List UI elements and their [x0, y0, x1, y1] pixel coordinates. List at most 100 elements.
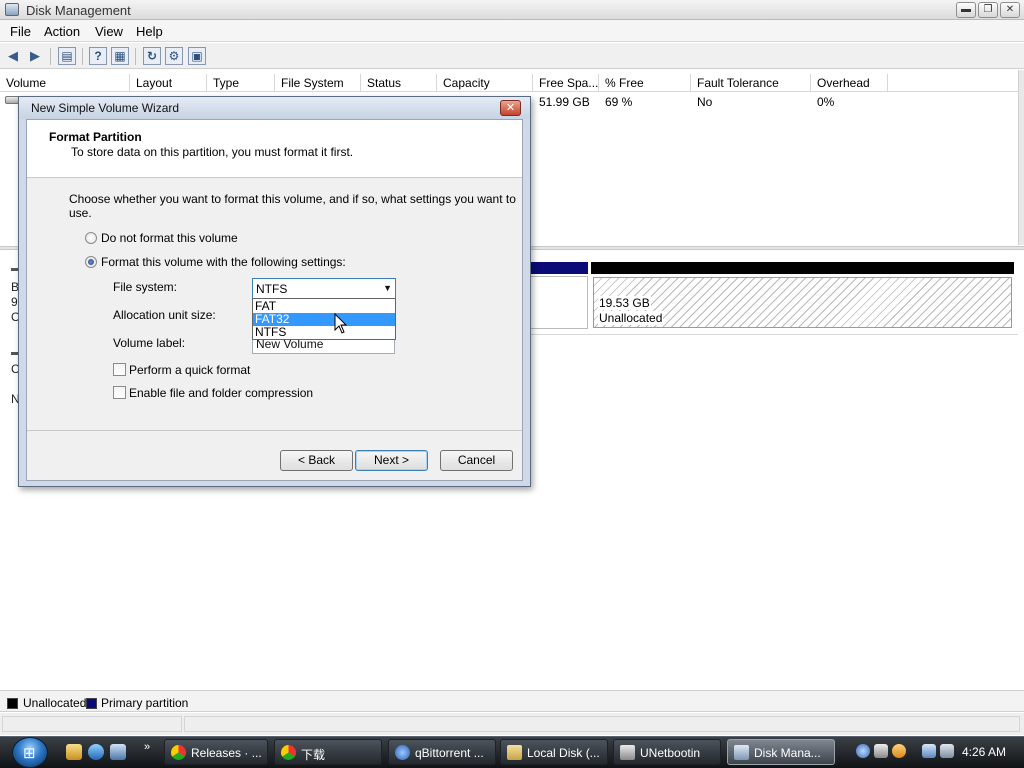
wizard-button-divider	[27, 430, 522, 431]
radio-format-volume[interactable]	[85, 256, 97, 268]
task-qbittorrent[interactable]: qBittorrent ...	[388, 739, 496, 765]
disk-management-app-icon	[5, 3, 19, 16]
option-ntfs[interactable]: NTFS	[253, 326, 395, 339]
back-arrow-icon[interactable]: ◀	[4, 47, 22, 65]
new-simple-volume-wizard: New Simple Volume Wizard ✕ Format Partit…	[18, 96, 531, 487]
windows-logo-icon: ⊞	[23, 745, 36, 762]
compression-checkbox[interactable]	[113, 386, 126, 399]
task-label: Disk Mana...	[754, 746, 821, 760]
next-button[interactable]: Next >	[355, 450, 428, 471]
disk-management-icon	[734, 745, 749, 760]
unetbootin-icon	[620, 745, 635, 760]
start-button[interactable]: ⊞	[12, 737, 48, 768]
quick-format-checkbox[interactable]	[113, 363, 126, 376]
column-volume[interactable]: Volume	[0, 74, 130, 92]
wizard-subheading: To store data on this partition, you mus…	[71, 145, 354, 159]
status-cell	[2, 716, 182, 732]
status-bar	[0, 713, 1024, 735]
search-tray-icon[interactable]	[892, 744, 906, 758]
help-icon[interactable]: ?	[89, 47, 107, 65]
column-fault-tolerance[interactable]: Fault Tolerance	[691, 74, 811, 92]
toolbar-separator	[82, 48, 83, 65]
menu-bar: File Action View Help	[0, 20, 1024, 42]
properties-icon[interactable]: ▦	[111, 47, 129, 65]
volume-icon[interactable]	[940, 744, 954, 758]
file-system-select[interactable]: NTFS ▼	[252, 278, 396, 299]
disk-row-divider	[530, 334, 1018, 335]
minimize-button[interactable]: ▬	[956, 2, 976, 18]
close-button[interactable]: ✕	[1000, 2, 1020, 18]
cell-free-space: 51.99 GB	[539, 95, 590, 109]
cancel-button[interactable]: Cancel	[440, 450, 513, 471]
toolbar-separator	[135, 48, 136, 65]
folder-icon	[507, 745, 522, 760]
legend-primary-swatch	[86, 698, 97, 709]
up-level-icon[interactable]: ▤	[58, 47, 76, 65]
task-disk-management[interactable]: Disk Mana...	[727, 739, 835, 765]
qbittorrent-icon	[395, 745, 410, 760]
compression-label[interactable]: Enable file and folder compression	[129, 386, 313, 400]
cell-fault-tolerance: No	[697, 95, 713, 109]
allocation-unit-size-label: Allocation unit size:	[113, 308, 216, 322]
menu-help[interactable]: Help	[136, 24, 163, 39]
primary-partition-block[interactable]	[530, 276, 588, 329]
volume-list-scrollbar[interactable]	[1018, 70, 1024, 245]
network-icon[interactable]	[922, 744, 936, 758]
column-file-system[interactable]: File System	[275, 74, 361, 92]
volume-drive-icon	[5, 96, 19, 104]
column-status[interactable]: Status	[361, 74, 437, 92]
restore-button[interactable]: ❐	[978, 2, 998, 18]
legend-bar: Unallocated Primary partition	[0, 690, 1024, 712]
radio-do-not-format[interactable]	[85, 232, 97, 244]
file-system-label: File system:	[113, 280, 178, 294]
task-chrome-download[interactable]: 下载	[274, 739, 382, 765]
quicklaunch-explorer-icon[interactable]	[66, 744, 82, 760]
column-free-space[interactable]: Free Spa...	[533, 74, 599, 92]
radio-format-volume-label[interactable]: Format this volume with the following se…	[101, 255, 346, 269]
wizard-close-button[interactable]: ✕	[500, 100, 521, 116]
task-label: 下载	[301, 748, 326, 762]
legend-unallocated-swatch	[7, 698, 18, 709]
task-label: Local Disk (...	[527, 746, 600, 760]
quicklaunch-browser-icon[interactable]	[88, 744, 104, 760]
unallocated-size: 19.53 GB	[598, 296, 651, 310]
task-label: Releases · ...	[191, 746, 262, 760]
radio-do-not-format-label[interactable]: Do not format this volume	[101, 231, 238, 245]
column-overhead[interactable]: Overhead	[811, 74, 888, 92]
window-title: Disk Management	[26, 3, 131, 18]
wizard-description: Choose whether you want to format this v…	[69, 192, 516, 220]
task-unetbootin[interactable]: UNetbootin	[613, 739, 721, 765]
wizard-title-bar: New Simple Volume Wizard ✕	[19, 97, 530, 119]
system-clock[interactable]: 4:26 AM	[962, 745, 1006, 759]
menu-action[interactable]: Action	[44, 24, 80, 39]
wizard-header: Format Partition To store data on this p…	[27, 120, 522, 178]
column-capacity[interactable]: Capacity	[437, 74, 533, 92]
unallocated-partition-block[interactable]: 19.53 GB Unallocated	[593, 277, 1012, 328]
menu-view[interactable]: View	[95, 24, 123, 39]
toolbar-separator	[50, 48, 51, 65]
task-label: qBittorrent ...	[415, 746, 484, 760]
chevron-down-icon[interactable]: ▼	[383, 283, 392, 293]
qbittorrent-tray-icon[interactable]	[856, 744, 870, 758]
column-percent-free[interactable]: % Free	[599, 74, 691, 92]
back-button[interactable]: < Back	[280, 450, 353, 471]
task-chrome-releases[interactable]: Releases · ...	[164, 739, 268, 765]
column-layout[interactable]: Layout	[130, 74, 207, 92]
column-type[interactable]: Type	[207, 74, 275, 92]
export-icon[interactable]: ▣	[188, 47, 206, 65]
task-label: UNetbootin	[640, 746, 701, 760]
task-local-disk[interactable]: Local Disk (...	[500, 739, 608, 765]
forward-arrow-icon[interactable]: ▶	[26, 47, 44, 65]
menu-file[interactable]: File	[10, 24, 31, 39]
legend-primary-label: Primary partition	[101, 696, 189, 710]
legend-unallocated-label: Unallocated	[23, 696, 87, 710]
cell-overhead: 0%	[817, 95, 835, 109]
quicklaunch-desktop-icon[interactable]	[110, 744, 126, 760]
file-system-selected-value: NTFS	[256, 282, 288, 296]
volume-list-header: Volume Layout Type File System Status Ca…	[0, 74, 1018, 92]
settings-icon[interactable]: ⚙	[165, 47, 183, 65]
quicklaunch-overflow-icon[interactable]: »	[144, 741, 150, 753]
quick-format-label[interactable]: Perform a quick format	[129, 363, 250, 377]
refresh-icon[interactable]: ↻	[143, 47, 161, 65]
utility-tray-icon[interactable]	[874, 744, 888, 758]
